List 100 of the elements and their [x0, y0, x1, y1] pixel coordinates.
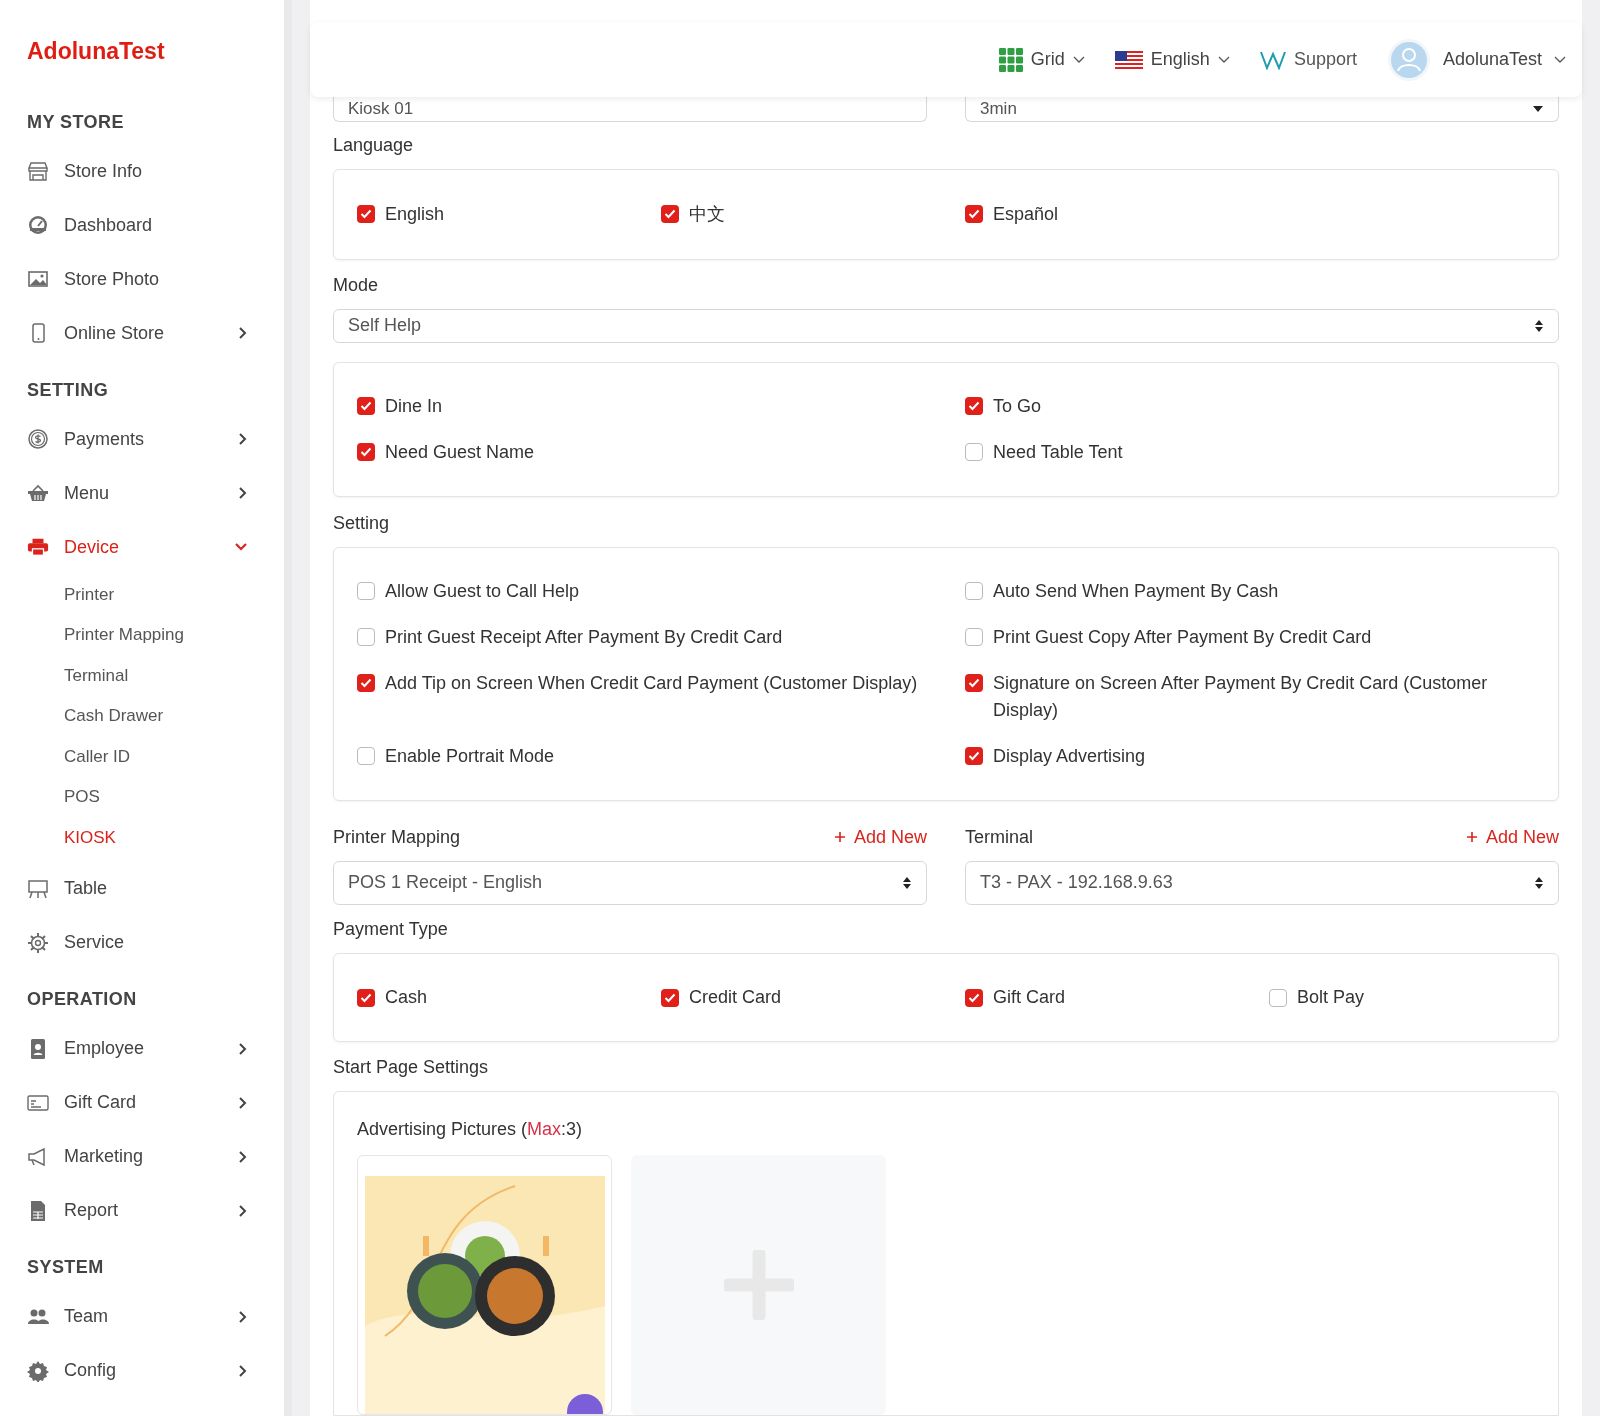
caret-icon: [1217, 55, 1230, 64]
sidebar-item[interactable]: Report: [0, 1183, 284, 1238]
option-label: Credit Card: [689, 986, 782, 1010]
checkbox[interactable]: [1269, 988, 1287, 1007]
checkbox[interactable]: [965, 205, 983, 224]
section-label: Language: [333, 134, 415, 157]
option-label: Gift Card: [993, 986, 1066, 1010]
option-label: Print Guest Copy After Payment By Credit Card: [993, 625, 1372, 649]
sidebar-item[interactable]: Menu: [0, 466, 284, 520]
checkbox[interactable]: [357, 747, 375, 766]
option-label: Need Table Tent: [993, 440, 1123, 464]
sidebar-item[interactable]: Config: [0, 1343, 284, 1398]
chevron-right-icon: [238, 1203, 248, 1218]
chevron-right-icon: [238, 432, 248, 446]
sidebar-item[interactable]: Device: [0, 520, 284, 574]
select-field[interactable]: 3min: [965, 96, 1559, 122]
checkbox[interactable]: [357, 397, 375, 416]
option-label: Print Guest Receipt After Payment By Credit Card: [385, 625, 783, 649]
section-label: Printer Mapping: [333, 825, 461, 849]
printer-icon: [27, 537, 49, 557]
plus-icon: [833, 831, 846, 844]
section-label: Setting: [333, 511, 391, 535]
grid-dropdown[interactable]: Grid: [998, 46, 1085, 73]
checkbox[interactable]: [357, 205, 375, 224]
sort-arrows-icon: [1534, 318, 1544, 333]
submenu-item[interactable]: POS: [0, 776, 284, 817]
sidebar-item[interactable]: Gift Card: [0, 1075, 284, 1130]
sidebar-item[interactable]: Employee: [0, 1021, 284, 1076]
option-label: English: [385, 203, 445, 226]
checkbox[interactable]: [357, 582, 375, 601]
option-label: Bolt Pay: [1297, 986, 1365, 1010]
caret-icon: [1554, 55, 1566, 64]
option-label: Enable Portrait Mode: [385, 744, 555, 768]
submenu-item[interactable]: Terminal: [0, 655, 284, 696]
gear-icon: [27, 1359, 49, 1382]
checkbox[interactable]: [965, 747, 983, 766]
submenu-item[interactable]: Printer Mapping: [0, 614, 284, 655]
checkbox[interactable]: [965, 674, 983, 693]
support-logo-icon: [1259, 49, 1286, 70]
checkbox[interactable]: [965, 443, 983, 462]
section-heading: SYSTEM: [26, 1256, 105, 1279]
checkbox[interactable]: [965, 582, 983, 601]
option-label: Display Advertising: [993, 744, 1146, 768]
card-icon: [27, 1093, 49, 1112]
language-dropdown[interactable]: English: [1114, 46, 1230, 73]
checkbox[interactable]: [661, 988, 679, 1007]
add-new-link[interactable]: Add New: [833, 823, 927, 851]
user-menu[interactable]: AdolunaTest: [1386, 37, 1566, 82]
select-field[interactable]: Self Help: [333, 308, 1559, 343]
sidebar-item[interactable]: Online Store: [0, 306, 284, 360]
checkbox[interactable]: [661, 205, 679, 224]
sidebar-item[interactable]: Team: [0, 1289, 284, 1344]
submenu-item[interactable]: Printer: [0, 574, 284, 615]
submenu-item[interactable]: Cash Drawer: [0, 695, 284, 736]
chevron-right-icon: [238, 1149, 248, 1164]
add-new-link[interactable]: Add New: [1465, 823, 1559, 851]
checkbox[interactable]: [965, 988, 983, 1007]
gauge-icon: [27, 214, 49, 236]
chevron-right-icon: [238, 1095, 248, 1110]
basket-icon: [27, 483, 49, 503]
chevron-right-icon: [238, 1309, 248, 1324]
sidebar-item[interactable]: Marketing: [0, 1129, 284, 1184]
easel-icon: [27, 877, 49, 900]
sort-arrows-icon: [1534, 875, 1544, 890]
section-heading: MY STORE: [26, 110, 125, 134]
coin-icon: [27, 428, 49, 450]
section-label: Terminal: [965, 825, 1034, 849]
chevron-down-icon: [234, 542, 248, 552]
support-link[interactable]: Support: [1259, 46, 1357, 73]
checkbox[interactable]: [965, 397, 983, 416]
option-label: Signature on Screen After Payment By Credit Card (Customer Display): [993, 671, 1489, 722]
chevron-right-icon: [238, 1363, 248, 1378]
submenu-item[interactable]: Caller ID: [0, 736, 284, 777]
caret-down-icon: [1532, 104, 1544, 113]
option-label: Add Tip on Screen When Credit Card Payment (Customer Display): [385, 671, 918, 695]
checkbox[interactable]: [965, 628, 983, 647]
option-label: 中文: [689, 203, 725, 226]
select-field[interactable]: T3 - PAX - 192.168.9.63: [965, 860, 1559, 905]
brand-logo: AdolunaTest: [26, 37, 166, 66]
store-icon: [27, 161, 49, 181]
section-label: Mode: [333, 273, 380, 297]
sidebar-item[interactable]: Dashboard: [0, 198, 284, 252]
sidebar-item[interactable]: Payments: [0, 412, 284, 466]
gear-icon: [27, 931, 49, 954]
section-heading: SETTING: [26, 378, 110, 402]
option-label: Auto Send When Payment By Cash: [993, 579, 1279, 603]
select-field[interactable]: POS 1 Receipt - English: [333, 860, 927, 905]
checkbox[interactable]: [357, 443, 375, 462]
input-field[interactable]: Kiosk 01: [333, 96, 927, 122]
checkbox[interactable]: [357, 628, 375, 647]
sidebar-item[interactable]: Service: [0, 915, 284, 970]
checkbox[interactable]: [357, 674, 375, 693]
sidebar-item[interactable]: Store Photo: [0, 252, 284, 306]
upload-tile[interactable]: [631, 1155, 886, 1415]
submenu-item[interactable]: KIOSK: [0, 817, 284, 858]
checkbox[interactable]: [357, 988, 375, 1007]
sidebar-item[interactable]: Store Info: [0, 144, 284, 198]
option-label: Allow Guest to Call Help: [385, 579, 580, 603]
sidebar-item[interactable]: Table: [0, 861, 284, 916]
caret-icon: [1072, 55, 1085, 64]
